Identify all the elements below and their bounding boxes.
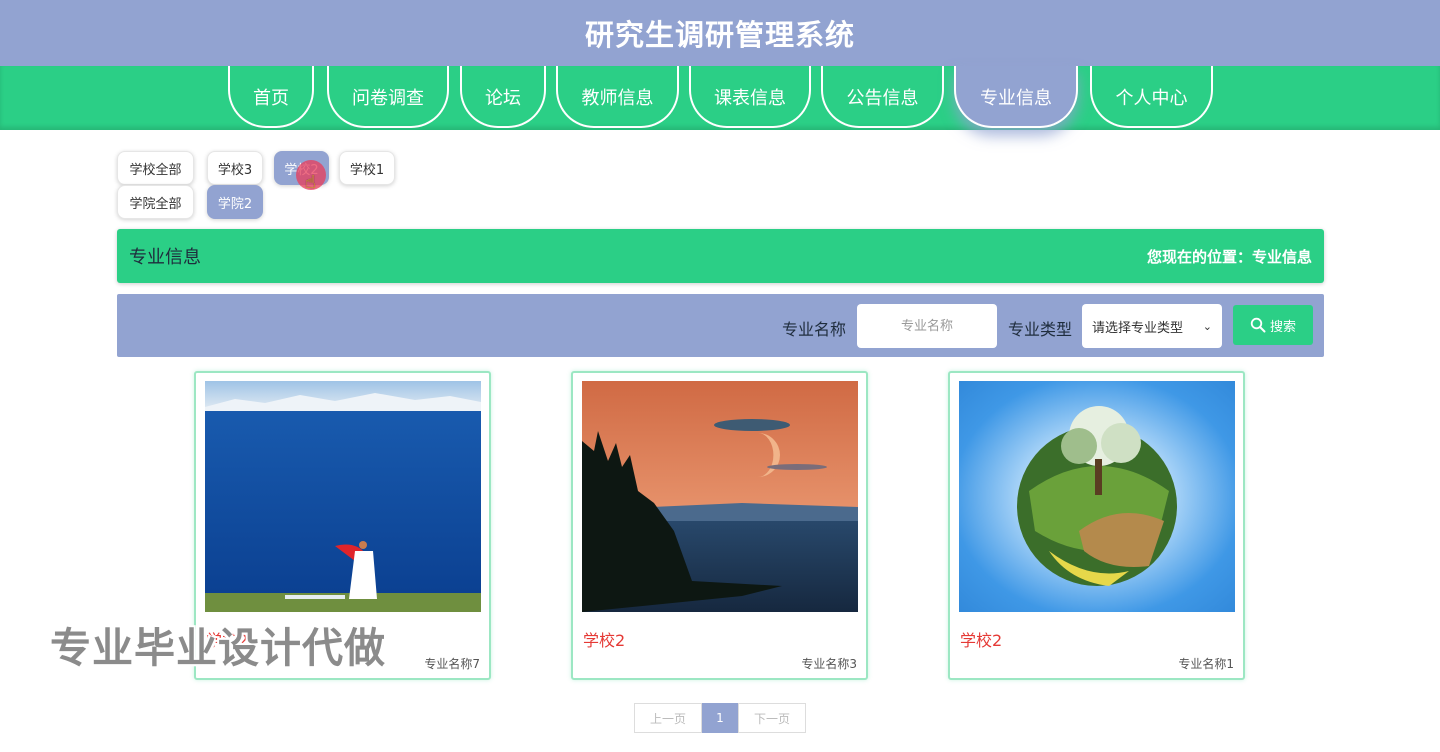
major-name-input[interactable] — [857, 304, 997, 348]
major-name-label: 专业名称 — [782, 320, 847, 339]
filter-school-1[interactable]: 学校1 — [339, 151, 395, 185]
major-type-select[interactable]: 请选择专业类型 ⌄ — [1082, 304, 1222, 348]
search-button-label: 搜索 — [1269, 319, 1296, 335]
search-button[interactable]: 搜索 — [1233, 305, 1313, 345]
search-bar: 专业名称 专业类型 请选择专业类型 ⌄ 搜索 — [117, 294, 1324, 357]
chevron-down-icon: ⌄ — [1202, 319, 1212, 333]
filter-school-all[interactable]: 学校全部 — [117, 151, 194, 185]
filter-college-2[interactable]: 学院2 — [207, 185, 263, 219]
nav-major-info[interactable]: 专业信息 — [954, 66, 1078, 128]
card-school: 学校2 — [960, 631, 1003, 650]
major-card[interactable]: 学校2 专业名称1 — [948, 371, 1245, 680]
search-icon — [1250, 317, 1266, 333]
nav-personal-center[interactable]: 个人中心 — [1090, 66, 1213, 128]
major-image[interactable] — [582, 381, 858, 612]
section-title: 专业信息 — [129, 247, 201, 268]
main-nav: 首页 问卷调查 论坛 教师信息 课表信息 公告信息 专业信息 个人中心 — [0, 66, 1440, 130]
card-school: 学校2 — [583, 631, 626, 650]
next-page-button[interactable]: 下一页 — [738, 703, 806, 733]
breadcrumb: 您现在的位置：专业信息 — [1146, 247, 1312, 266]
filter-college-all[interactable]: 学院全部 — [117, 185, 194, 219]
card-major-name: 专业名称3 — [801, 657, 857, 671]
card-major-name: 专业名称7 — [424, 657, 480, 671]
nav-schedule-info[interactable]: 课表信息 — [689, 66, 811, 128]
major-image[interactable] — [959, 381, 1235, 612]
nav-notice-info[interactable]: 公告信息 — [821, 66, 944, 128]
prev-page-button[interactable]: 上一页 — [634, 703, 702, 733]
major-type-label: 专业类型 — [1008, 320, 1073, 339]
major-card[interactable]: 学校2 专业名称3 — [571, 371, 868, 680]
nav-survey[interactable]: 问卷调查 — [327, 66, 449, 128]
nav-home[interactable]: 首页 — [228, 66, 314, 128]
watermark-overlay: 专业毕业设计代做 — [50, 624, 386, 672]
hand-pointer-icon: ☝ — [305, 172, 316, 193]
nav-teacher-info[interactable]: 教师信息 — [556, 66, 679, 128]
major-image[interactable] — [205, 381, 481, 612]
filter-school-3[interactable]: 学校3 — [207, 151, 263, 185]
card-major-name: 专业名称1 — [1178, 657, 1234, 671]
section-header: 专业信息 您现在的位置：专业信息 — [117, 229, 1324, 283]
major-type-selected: 请选择专业类型 — [1092, 320, 1184, 336]
app-header: 研究生调研管理系统 — [0, 0, 1440, 66]
app-title: 研究生调研管理系统 — [584, 18, 855, 52]
page-number-current[interactable]: 1 — [702, 703, 738, 733]
nav-forum[interactable]: 论坛 — [460, 66, 546, 128]
